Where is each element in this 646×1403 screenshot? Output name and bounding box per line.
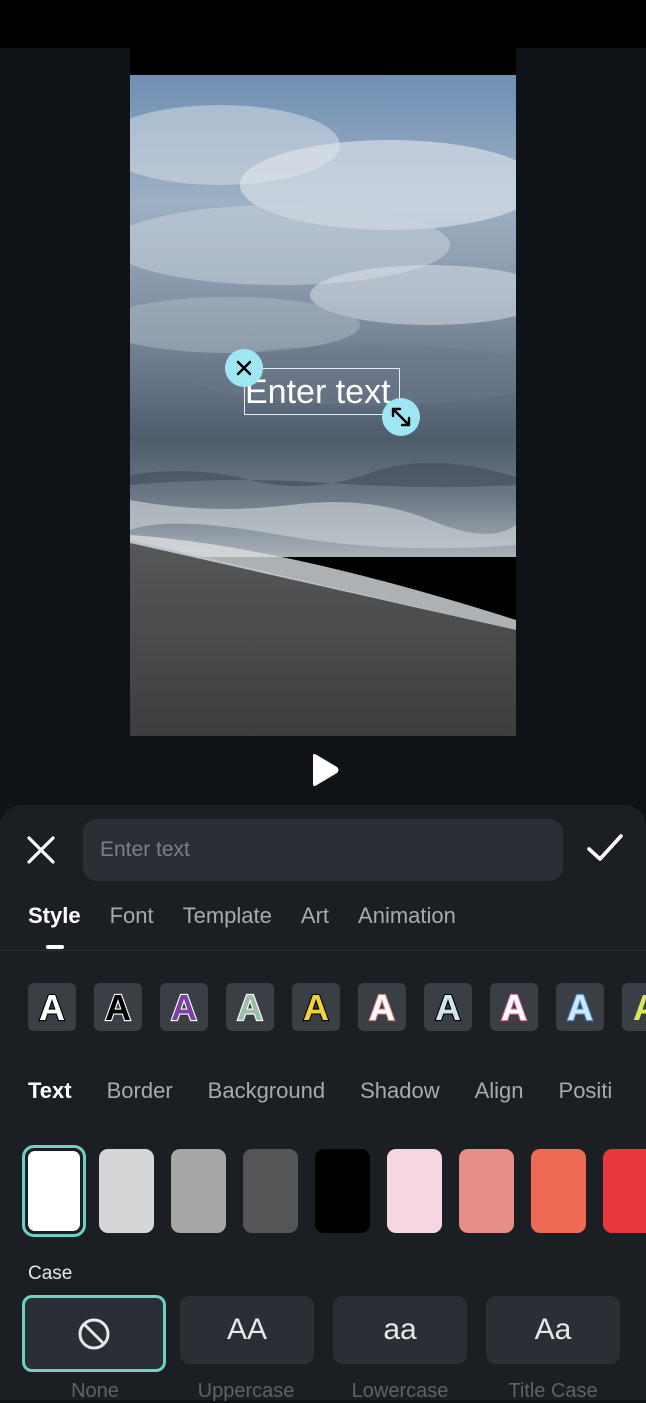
subtab-text[interactable]: Text <box>28 1075 72 1107</box>
case-label: Case <box>28 1263 73 1284</box>
tab-animation[interactable]: Animation <box>358 900 456 936</box>
swatch-fill <box>28 1151 80 1231</box>
color-swatch[interactable] <box>99 1149 154 1233</box>
subtab-shadow[interactable]: Shadow <box>360 1075 440 1107</box>
preset-letter: A <box>369 987 395 1027</box>
color-swatches <box>22 1145 646 1237</box>
preset-letter: A <box>567 987 593 1027</box>
play-icon <box>313 754 339 786</box>
preset-letter: A <box>501 987 527 1027</box>
subtab-border[interactable]: Border <box>107 1075 173 1107</box>
case-glyph: AA <box>226 1313 268 1346</box>
active-tab-indicator <box>46 945 64 949</box>
style-preset[interactable]: A <box>94 983 142 1031</box>
color-swatch[interactable] <box>531 1149 586 1233</box>
close-icon <box>236 360 252 376</box>
style-preset[interactable]: A <box>292 983 340 1031</box>
style-presets: AAAAAAAAAA <box>28 983 646 1031</box>
preset-letter: A <box>633 987 646 1027</box>
tab-style[interactable]: Style <box>28 900 81 936</box>
case-option-title-case[interactable]: Aa <box>486 1296 620 1364</box>
preview-area: Enter text <box>0 48 646 806</box>
case-glyph: Aa <box>534 1313 572 1346</box>
play-button[interactable] <box>308 752 340 788</box>
tab-template[interactable]: Template <box>183 900 272 936</box>
text-overlay-box[interactable]: Enter text <box>244 368 400 415</box>
resize-icon <box>391 407 411 427</box>
color-swatch[interactable] <box>171 1149 226 1233</box>
style-preset[interactable]: A <box>556 983 604 1031</box>
style-preset[interactable]: A <box>424 983 472 1031</box>
subtab-align[interactable]: Align <box>475 1075 524 1107</box>
tab-art[interactable]: Art <box>301 900 329 936</box>
close-icon <box>27 836 55 864</box>
preset-letter: A <box>171 987 197 1027</box>
status-bar <box>0 0 646 48</box>
video-frame: Enter text <box>130 48 516 736</box>
text-input[interactable] <box>83 819 563 881</box>
style-preset[interactable]: A <box>160 983 208 1031</box>
check-icon <box>587 834 623 861</box>
style-preset[interactable]: A <box>622 983 646 1031</box>
case-option-uppercase[interactable]: AA <box>180 1296 314 1364</box>
color-swatch[interactable] <box>22 1145 86 1237</box>
case-options: AA aa Aa <box>22 1295 639 1372</box>
color-swatch[interactable] <box>387 1149 442 1233</box>
case-glyph: aa <box>383 1313 417 1346</box>
preset-letter: A <box>303 987 329 1027</box>
tab-font[interactable]: Font <box>110 900 154 936</box>
subtab-positi[interactable]: Positi <box>559 1075 613 1107</box>
preset-letter: A <box>39 987 65 1027</box>
subtab-background[interactable]: Background <box>208 1075 325 1107</box>
text-overlay-label: Enter text <box>245 373 391 411</box>
color-swatch[interactable] <box>243 1149 298 1233</box>
style-preset[interactable]: A <box>226 983 274 1031</box>
style-preset[interactable]: A <box>490 983 538 1031</box>
preset-letter: A <box>237 987 263 1027</box>
close-editor-button[interactable] <box>24 833 58 867</box>
style-subtabs: Text Border Background Shadow Align Positi <box>28 1075 646 1107</box>
case-option-lowercase[interactable]: aa <box>333 1296 467 1364</box>
color-swatch[interactable] <box>315 1149 370 1233</box>
color-swatch[interactable] <box>603 1149 646 1233</box>
case-option-none[interactable] <box>22 1295 166 1372</box>
style-preset[interactable]: A <box>28 983 76 1031</box>
confirm-button[interactable] <box>586 830 624 866</box>
editor-tabs: Style Font Template Art Animation <box>28 900 485 936</box>
delete-text-handle[interactable] <box>225 349 263 387</box>
resize-text-handle[interactable] <box>382 398 420 436</box>
style-preset[interactable]: A <box>358 983 406 1031</box>
preset-letter: A <box>105 987 131 1027</box>
no-icon <box>78 1318 110 1349</box>
color-swatch[interactable] <box>459 1149 514 1233</box>
preset-letter: A <box>435 987 461 1027</box>
tabs-divider <box>0 950 646 951</box>
